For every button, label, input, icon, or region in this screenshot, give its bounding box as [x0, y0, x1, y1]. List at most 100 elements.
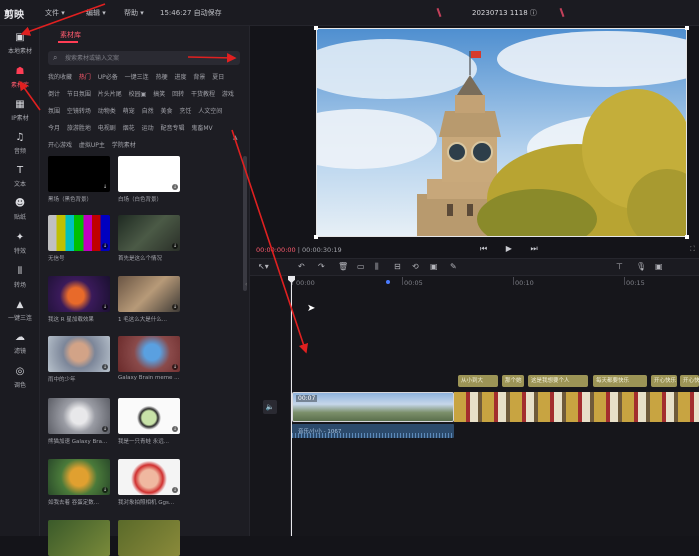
- video-clip[interactable]: [454, 392, 699, 422]
- collapse-categories-icon[interactable]: ▲: [233, 134, 238, 141]
- preview-frame[interactable]: [316, 28, 687, 237]
- category-chip[interactable]: 干货教程: [191, 91, 215, 99]
- media-card[interactable]: [48, 520, 110, 556]
- media-card[interactable]: ↓ 白场（白色背景）: [118, 156, 180, 203]
- menu-edit[interactable]: 编辑 ▾: [86, 8, 106, 18]
- download-icon[interactable]: ↓: [172, 364, 178, 370]
- category-chip[interactable]: 搞笑: [153, 91, 165, 99]
- category-chip[interactable]: 虚拟UP主: [79, 142, 105, 150]
- delete-icon[interactable]: 🗑: [338, 262, 348, 271]
- category-chip[interactable]: 开心游戏: [48, 142, 72, 150]
- split-icon[interactable]: ⫼: [375, 262, 379, 272]
- category-chip[interactable]: 背景: [193, 74, 205, 82]
- category-chip[interactable]: 人文空间: [198, 108, 222, 116]
- download-icon[interactable]: ↓: [102, 364, 108, 370]
- timeline-marker[interactable]: [386, 280, 390, 284]
- category-chip[interactable]: 回转: [172, 91, 184, 99]
- category-chip[interactable]: 热梗: [156, 74, 168, 82]
- media-card[interactable]: ↓ 无信号: [48, 215, 110, 262]
- audio-clip[interactable]: 音乐/小小 - 1067: [292, 424, 454, 438]
- category-chip[interactable]: UP必备: [98, 74, 118, 82]
- category-chip-active[interactable]: 热门: [79, 74, 91, 82]
- rail-item-text[interactable]: T 文本: [0, 165, 40, 188]
- download-icon[interactable]: ↓: [102, 184, 108, 190]
- media-card[interactable]: ↓ 雨中的少年: [48, 336, 110, 383]
- category-chip[interactable]: 萌宠: [123, 108, 135, 116]
- rail-item-effect[interactable]: ✦ 特效: [0, 232, 40, 255]
- menu-file[interactable]: 文件 ▾: [45, 8, 65, 18]
- category-chip[interactable]: 鬼畜MV: [191, 125, 212, 133]
- resize-handle[interactable]: [314, 26, 318, 30]
- freeze-icon[interactable]: ▭: [357, 262, 365, 271]
- download-icon[interactable]: ↓: [172, 426, 178, 432]
- media-card[interactable]: ↓ 熊猫加速 Galaxy Bra...: [48, 398, 110, 445]
- tab-library[interactable]: 素材库: [60, 30, 81, 40]
- media-card[interactable]: ↓ 如我去着 吞蛋定数...: [48, 459, 110, 506]
- rail-item-triple[interactable]: ▲ 一键三连: [0, 299, 40, 322]
- text-clip[interactable]: 开心快乐: [680, 375, 699, 387]
- library-scrollbar[interactable]: [243, 156, 247, 291]
- media-card[interactable]: ↓ Galaxy Brain meme ...: [118, 336, 180, 381]
- download-icon[interactable]: ↓: [102, 426, 108, 432]
- resize-handle[interactable]: [685, 235, 689, 239]
- crop-icon[interactable]: ⊟: [394, 262, 401, 271]
- rail-item-sticker[interactable]: ☻ 贴纸: [0, 198, 40, 221]
- media-card[interactable]: ↓ 黑场（黑色背景）: [48, 156, 110, 203]
- rail-item-audio[interactable]: ♫ 音频: [0, 132, 40, 155]
- playback-controls[interactable]: ⏮ ▶ ⏭: [480, 244, 546, 254]
- undo-icon[interactable]: ↶: [298, 262, 305, 271]
- download-icon[interactable]: ↓: [172, 184, 178, 190]
- mic-icon[interactable]: 🎙: [636, 262, 646, 271]
- category-chip[interactable]: 今月: [48, 125, 60, 133]
- search-box[interactable]: ⌕: [48, 51, 240, 65]
- rail-item-library[interactable]: ☗ 素材库: [0, 66, 40, 89]
- rail-item-transition[interactable]: ⫴ 转场: [0, 266, 40, 289]
- category-chip[interactable]: 夏日: [212, 74, 224, 82]
- playhead[interactable]: [291, 276, 292, 536]
- resize-handle[interactable]: [314, 235, 318, 239]
- rail-item-ip[interactable]: ▦ IP素材: [0, 99, 40, 122]
- download-icon[interactable]: ↓: [102, 304, 108, 310]
- media-card[interactable]: ↓ 我对象拍照相机 Ggs...: [118, 459, 180, 506]
- media-card[interactable]: ↓ 首先是这么个情况: [118, 215, 180, 262]
- category-chip[interactable]: 配音专辑: [160, 125, 184, 133]
- media-card[interactable]: ↓ 我是一只青蛙 永远...: [118, 398, 180, 445]
- text-clip[interactable]: 那个她: [502, 375, 524, 387]
- snap-icon[interactable]: ⊤: [616, 262, 623, 271]
- category-chip[interactable]: 氛围: [48, 108, 60, 116]
- category-chip[interactable]: 旅游胜地: [67, 125, 91, 133]
- rail-item-filter[interactable]: ☁ 滤镜: [0, 332, 40, 355]
- select-tool-icon[interactable]: ↖▾: [258, 262, 269, 271]
- category-chip[interactable]: 进度: [174, 74, 186, 82]
- download-icon[interactable]: ↓: [102, 243, 108, 249]
- download-icon[interactable]: ↓: [172, 304, 178, 310]
- track-volume-icon[interactable]: 🔈: [263, 400, 277, 414]
- color-pick-icon[interactable]: ✎: [450, 262, 457, 271]
- category-chip[interactable]: 电视剧: [98, 125, 116, 133]
- rotate-icon[interactable]: ⟲: [412, 262, 419, 271]
- category-chip[interactable]: 烟花: [123, 125, 135, 133]
- rail-item-color[interactable]: ◎ 调色: [0, 366, 40, 389]
- category-chip[interactable]: 游戏: [222, 91, 234, 99]
- mirror-icon[interactable]: ▣: [430, 262, 438, 271]
- category-chip[interactable]: 一键三连: [125, 74, 149, 82]
- category-chip[interactable]: 动物类: [98, 108, 116, 116]
- record-icon[interactable]: ▣: [655, 262, 663, 271]
- text-clip[interactable]: 从小到大: [458, 375, 498, 387]
- category-chip[interactable]: 倒计: [48, 91, 60, 99]
- category-chip[interactable]: 运动: [142, 125, 154, 133]
- download-icon[interactable]: ↓: [172, 243, 178, 249]
- category-chip[interactable]: 校园▣: [129, 91, 147, 99]
- category-chip[interactable]: 空镜转场: [67, 108, 91, 116]
- category-chip[interactable]: 我的收藏: [48, 74, 72, 82]
- category-chip[interactable]: 片头片尾: [98, 91, 122, 99]
- search-input[interactable]: [65, 53, 235, 63]
- media-card[interactable]: [118, 520, 180, 556]
- text-clip[interactable]: 每天都要快乐: [593, 375, 647, 387]
- fullscreen-icon[interactable]: ⛶: [690, 245, 695, 254]
- category-chip[interactable]: 节日氛围: [67, 91, 91, 99]
- category-chip[interactable]: 学院素材: [112, 142, 136, 150]
- category-chip[interactable]: 烹饪: [179, 108, 191, 116]
- video-clip[interactable]: 00:07: [292, 392, 454, 422]
- text-clip[interactable]: 开心快乐: [651, 375, 677, 387]
